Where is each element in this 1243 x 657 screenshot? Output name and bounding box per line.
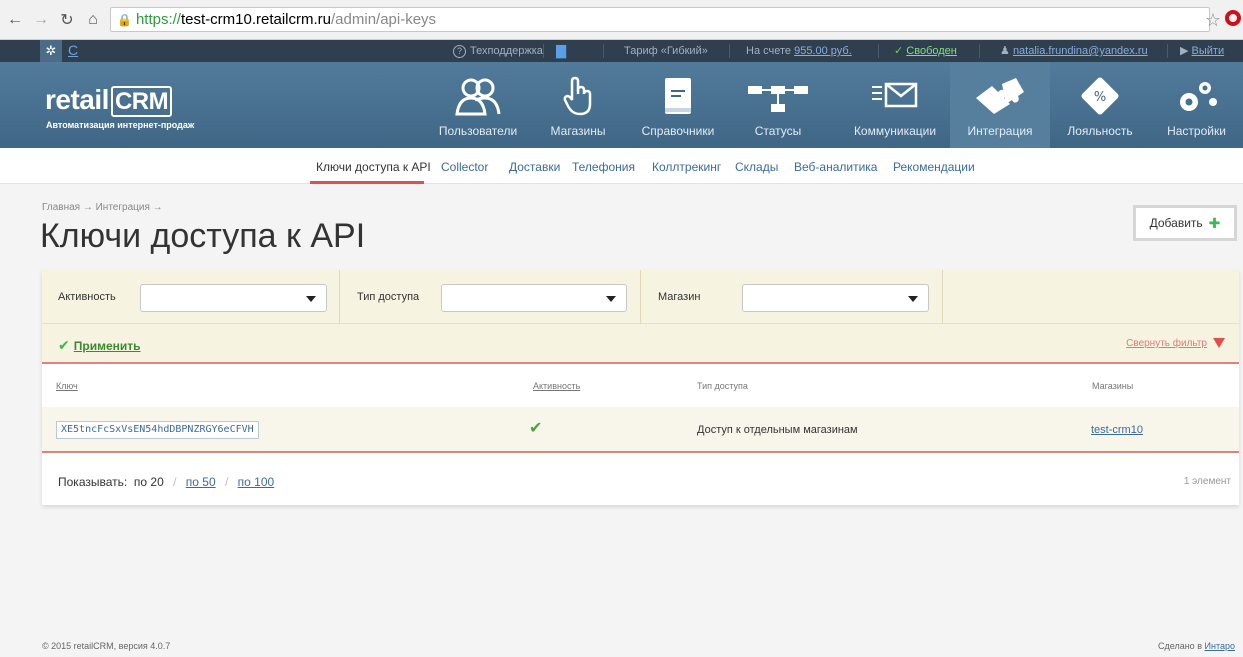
forward-arrow-icon[interactable]: → [30,9,52,31]
menu-users[interactable]: Пользователи [428,62,528,148]
tab-telephony[interactable]: Телефония [572,160,635,174]
chevron-down-icon [908,296,918,302]
pager: Показывать: по 20 / по 50 / по 100 [58,475,275,489]
add-button[interactable]: Добавить ✚ [1133,205,1237,241]
reload-icon[interactable]: ↻ [56,9,78,31]
gear-icon[interactable]: ✲ [40,40,62,62]
user-icon: ♟ [1000,45,1010,57]
column-header-access-type: Тип доступа [697,381,748,391]
puzzle-icon [950,74,1050,118]
footer-copyright: © 2015 retailCRM, версия 4.0.7 [42,641,171,651]
menu-references[interactable]: Справочники [628,62,728,148]
url-host: test-crm10.retailcrm.ru [180,11,332,28]
column-header-key[interactable]: Ключ [56,381,78,391]
user-link[interactable]: ♟ natalia.frundina@yandex.ru [1000,40,1148,62]
bookmark-star-icon[interactable]: ☆ [1205,10,1221,31]
opera-icon[interactable] [1225,10,1241,26]
plus-icon: ✚ [1208,214,1221,231]
sub-navigation: Ключи доступа к API Collector Доставки Т… [0,148,1243,184]
back-arrow-icon[interactable]: ← [4,9,26,31]
filter-access-type: Тип доступа [340,270,641,324]
menu-settings[interactable]: Настройки [1150,62,1243,148]
url-scheme: https:// [135,11,181,28]
support-link[interactable]: ? Техподдержка [453,40,543,62]
status[interactable]: ✓ Свободен [894,40,957,62]
top-info-bar: ? Техподдержка ▇ Тариф «Гибкий» На счете … [0,40,1243,62]
apply-row: ✔ Применить Свернуть фильтр [42,324,1239,364]
question-icon: ? [453,45,466,58]
intaro-link[interactable]: Интаро [1205,641,1235,651]
menu-shops[interactable]: Магазины [528,62,628,148]
logout-icon: ▶ [1180,45,1189,57]
filter-shop: Магазин [641,270,943,324]
envelope-icon [843,74,947,118]
access-type-value: Доступ к отдельным магазинам [697,424,858,436]
users-icon [428,74,528,118]
menu-statuses[interactable]: Статусы [728,62,828,148]
page-title: Ключи доступа к API [40,217,366,255]
check-icon: ✓ [894,45,904,57]
chat-icon[interactable]: ▇ [556,40,566,62]
filter-row: Активность Тип доступа Магазин [42,270,1239,324]
menu-integration[interactable]: Интеграция [950,62,1050,148]
balance: На счете 955.00 руб. [746,45,852,57]
percent-icon: % [1050,74,1150,118]
lock-icon: 🔒 [117,12,132,27]
page-size-50[interactable]: по 50 [186,475,216,489]
column-header-shops: Магазины [1092,381,1134,391]
logout-link[interactable]: ▶ Выйти [1180,40,1224,62]
footer-credit: Сделано в Интаро [1158,641,1235,651]
browser-toolbar: ← → ↻ ⌂ 🔒 https:// test-crm10.retailcrm.… [0,0,1243,40]
api-key-link[interactable]: XE5tncFcSxVsEN54hdDBPNZRGY6eCFVH [56,421,259,439]
url-path: /admin/api-keys [331,11,437,28]
column-header-activity[interactable]: Активность [533,381,580,391]
collapse-filter-link[interactable]: Свернуть фильтр [1126,338,1225,349]
page-size-100[interactable]: по 100 [238,475,275,489]
activity-select[interactable] [140,284,327,312]
tab-deliveries[interactable]: Доставки [509,160,560,174]
tariff-label: Тариф «Гибкий» [624,45,708,57]
active-tab-indicator [310,181,424,184]
tab-warehouses[interactable]: Склады [735,160,778,174]
shop-link[interactable]: test-crm10 [1091,424,1143,436]
active-check-icon: ✔ [529,420,543,437]
main-header: retail CRM Автоматизация интернет-продаж … [0,62,1243,148]
item-count: 1 элемент [1183,476,1231,487]
tab-web-analytics[interactable]: Веб-аналитика [794,160,877,174]
check-icon: ✔ [58,337,70,353]
tab-calltracking[interactable]: Коллтрекинг [652,160,721,174]
home-icon[interactable]: ⌂ [82,9,104,31]
chevron-down-icon [306,296,316,302]
hand-pointer-icon [528,74,628,118]
book-icon [628,74,728,118]
tagline: Автоматизация интернет-продаж [46,120,195,130]
page-size-current: по 20 [133,475,164,489]
api-keys-panel: Активность Тип доступа Магазин ✔ Применит… [42,270,1239,505]
access-type-select[interactable] [441,284,627,312]
tab-collector[interactable]: Collector [441,160,488,174]
chevron-down-icon [606,296,616,302]
table-row[interactable]: XE5tncFcSxVsEN54hdDBPNZRGY6eCFVH ✔ Досту… [42,407,1239,453]
balance-link[interactable]: 955.00 руб. [794,45,852,57]
svg-text:%: % [1094,90,1106,105]
shop-select[interactable] [742,284,929,312]
flow-icon [728,74,828,118]
filter-activity: Активность [42,270,340,324]
menu-loyalty[interactable]: % Лояльность [1050,62,1150,148]
menu-communications[interactable]: Коммуникации [843,62,947,148]
tab-recommendations[interactable]: Рекомендации [893,160,975,174]
apply-button[interactable]: ✔ Применить [58,337,141,354]
funnel-icon [1213,338,1225,348]
c-link[interactable]: С [68,42,78,58]
gears-icon [1150,74,1243,118]
address-bar[interactable]: 🔒 https:// test-crm10.retailcrm.ru /admi… [110,7,1210,32]
logo[interactable]: retail CRM [45,84,173,117]
breadcrumb[interactable]: Главная → Интеграция → [42,202,163,213]
tab-api-keys[interactable]: Ключи доступа к API [316,160,431,174]
